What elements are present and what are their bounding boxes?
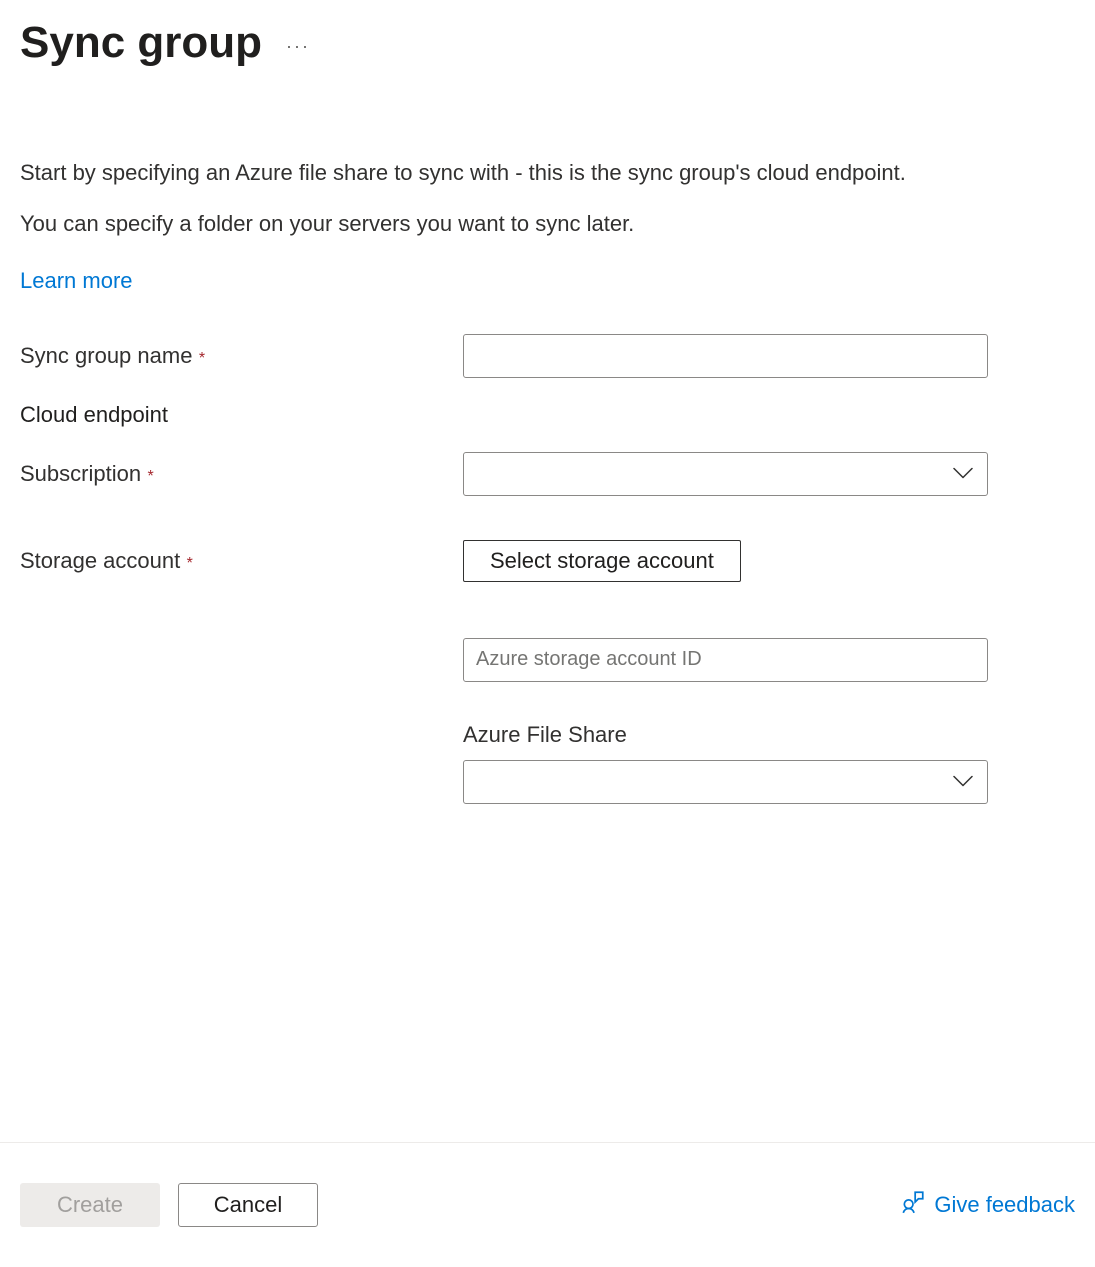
chevron-down-icon — [953, 770, 973, 793]
subscription-select[interactable] — [463, 452, 988, 496]
cancel-button[interactable]: Cancel — [178, 1183, 318, 1227]
azure-file-share-label: Azure File Share — [463, 722, 988, 748]
subscription-label: Subscription — [20, 461, 141, 486]
storage-account-label: Storage account — [20, 548, 180, 573]
required-indicator: * — [143, 468, 154, 485]
give-feedback-link[interactable]: Give feedback — [900, 1189, 1075, 1221]
intro-line-2: You can specify a folder on your servers… — [20, 209, 1075, 240]
create-button[interactable]: Create — [20, 1183, 160, 1227]
page-header: Sync group ··· — [20, 18, 1075, 68]
storage-account-row: Storage account * Select storage account — [20, 540, 1075, 582]
learn-more-link[interactable]: Learn more — [20, 268, 133, 294]
sync-group-name-row: Sync group name * — [20, 334, 1075, 378]
sync-group-name-input[interactable] — [463, 334, 988, 378]
page-footer: Create Cancel Give feedback — [0, 1142, 1095, 1267]
feedback-icon — [900, 1189, 926, 1221]
subscription-row: Subscription * — [20, 452, 1075, 496]
feedback-label: Give feedback — [934, 1192, 1075, 1218]
storage-account-id-input[interactable] — [463, 638, 988, 682]
storage-account-id-row — [20, 638, 1075, 682]
more-actions-icon[interactable]: ··· — [286, 36, 310, 57]
azure-file-share-select[interactable] — [463, 760, 988, 804]
sync-group-name-label: Sync group name — [20, 343, 192, 368]
azure-file-share-row: Azure File Share — [20, 722, 1075, 804]
required-indicator: * — [182, 555, 193, 572]
page-title: Sync group — [20, 18, 262, 68]
chevron-down-icon — [953, 462, 973, 485]
intro-line-1: Start by specifying an Azure file share … — [20, 158, 1075, 189]
select-storage-account-button[interactable]: Select storage account — [463, 540, 741, 582]
cloud-endpoint-heading: Cloud endpoint — [20, 402, 1075, 428]
required-indicator: * — [194, 350, 205, 367]
